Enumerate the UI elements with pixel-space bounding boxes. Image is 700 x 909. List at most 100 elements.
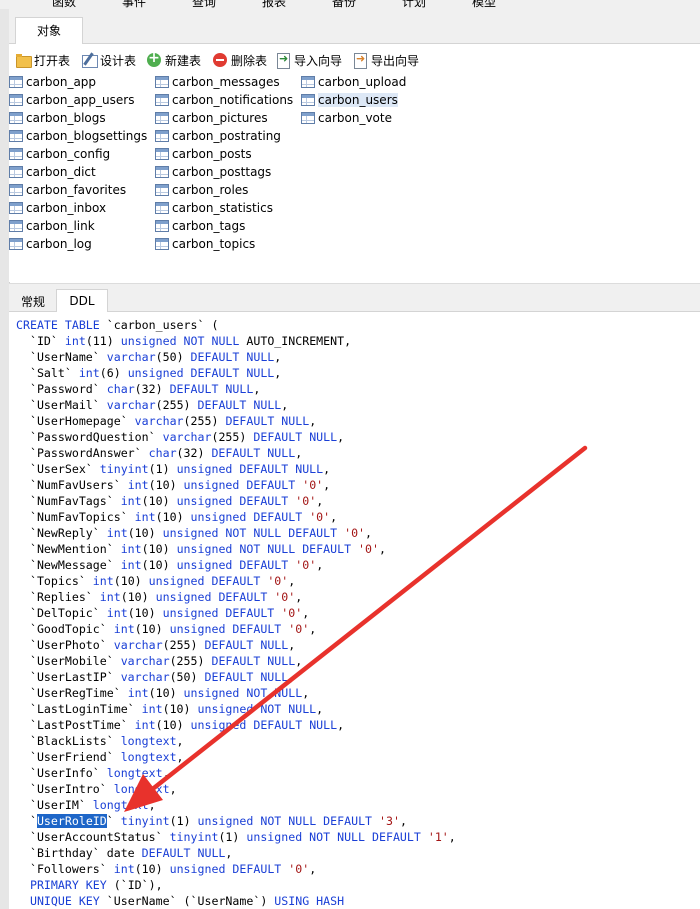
table-item[interactable]: carbon_dict (9, 163, 98, 181)
table-item[interactable]: carbon_posttags (155, 163, 273, 181)
menu-item[interactable]: 事件 (122, 0, 146, 9)
ddl-line: `UserInfo` longtext, (16, 765, 170, 781)
ddl-token: , (162, 766, 170, 780)
ddl-token: '0' (309, 510, 331, 524)
ddl-token: , (281, 398, 289, 412)
ddl-token: varchar (162, 430, 212, 444)
table-item[interactable]: carbon_config (9, 145, 112, 163)
delete-table-button[interactable]: 删除表 (212, 51, 267, 69)
table-icon (9, 238, 23, 250)
table-item[interactable]: carbon_statistics (155, 199, 275, 217)
table-item[interactable]: carbon_favorites (9, 181, 128, 199)
ddl-token: varchar (106, 350, 156, 364)
ddl-token: `Password` (16, 382, 107, 396)
menu-item[interactable]: 计划 (402, 0, 426, 9)
ddl-token: unsigned NOT NULL DEFAULT (162, 526, 345, 540)
ddl-token: `Birthday` date (16, 846, 142, 860)
menu-item[interactable]: 查询 (192, 0, 216, 9)
ddl-line: `Salt` int(6) unsigned DEFAULT NULL, (16, 365, 281, 381)
ddl-token: `UserName` (16, 350, 107, 364)
ddl-token: `PasswordAnswer` (16, 446, 149, 460)
ddl-token: PRIMARY KEY (29, 878, 107, 892)
ddl-token: `GoodTopic` (16, 622, 114, 636)
export-wizard-button[interactable]: 导出向导 (352, 51, 419, 69)
table-item[interactable]: carbon_link (9, 217, 97, 235)
new-table-button[interactable]: 新建表 (146, 50, 201, 69)
ddl-token: , (337, 430, 345, 444)
menu-item[interactable]: 函数 (52, 0, 76, 9)
ddl-token: unsigned DEFAULT (176, 494, 296, 508)
ddl-token: int (134, 510, 156, 524)
object-toolbar: 打开表 设计表 新建表 删除表 导入向导 导出向导 (9, 44, 700, 74)
ddl-token: (10) (141, 542, 177, 556)
ddl-line: `DelTopic` int(10) unsigned DEFAULT '0', (16, 605, 309, 621)
ddl-token: unsigned DEFAULT NULL (127, 366, 275, 380)
ddl-token: , (148, 798, 156, 812)
info-tab-bar: 常规 DDL (9, 289, 700, 312)
ddl-token: , (253, 382, 261, 396)
table-item[interactable]: carbon_topics (155, 235, 257, 253)
import-wizard-button[interactable]: 导入向导 (275, 51, 342, 69)
ddl-editor[interactable]: CREATE TABLE `carbon_users` ( `ID` int(1… (9, 312, 700, 909)
table-item[interactable]: carbon_blogsettings (9, 127, 149, 145)
ddl-token: '1' (427, 830, 449, 844)
ddl-line: `Password` char(32) DEFAULT NULL, (16, 381, 260, 397)
table-item[interactable]: carbon_users (301, 91, 400, 109)
ddl-token: , (309, 622, 317, 636)
ddl-line: `Followers` int(10) unsigned DEFAULT '0'… (16, 861, 316, 877)
menu-item[interactable]: 备份 (332, 0, 356, 9)
ddl-token (16, 878, 30, 892)
ddl-token: '0' (281, 606, 303, 620)
table-item[interactable]: carbon_app_users (9, 91, 136, 109)
table-item[interactable]: carbon_log (9, 235, 94, 253)
tab-objects[interactable]: 对象 (15, 17, 83, 44)
menu-item[interactable]: 报表 (262, 0, 286, 9)
table-item[interactable]: carbon_roles (155, 181, 250, 199)
table-item[interactable]: carbon_postrating (155, 127, 283, 145)
ddl-line: `PasswordAnswer` char(32) DEFAULT NULL, (16, 445, 302, 461)
ddl-line: `UserName` varchar(50) DEFAULT NULL, (16, 349, 281, 365)
table-name: carbon_tags (172, 219, 246, 233)
ddl-token: , (309, 862, 317, 876)
open-table-button[interactable]: 打开表 (15, 51, 70, 69)
ddl-token: `UserName` (`UserName`) (99, 894, 275, 908)
ddl-token: (50) (155, 350, 191, 364)
table-item[interactable]: carbon_posts (155, 145, 254, 163)
table-item[interactable]: carbon_pictures (155, 109, 270, 127)
ddl-token: longtext (120, 734, 177, 748)
ddl-line: `NewReply` int(10) unsigned NOT NULL DEF… (16, 525, 372, 541)
ddl-token: (10) (141, 494, 177, 508)
table-item[interactable]: carbon_tags (155, 217, 247, 235)
design-table-button[interactable]: 设计表 (81, 51, 136, 69)
tab-ddl[interactable]: DDL (56, 289, 108, 312)
table-item[interactable]: carbon_app (9, 73, 98, 91)
table-item[interactable]: carbon_messages (155, 73, 282, 91)
table-item[interactable]: carbon_vote (301, 109, 394, 127)
ddl-token: , (379, 542, 386, 556)
ddl-token: '0' (344, 526, 366, 540)
ddl-token: int (99, 590, 121, 604)
table-item[interactable]: carbon_upload (301, 73, 408, 91)
ddl-token: int (120, 542, 142, 556)
ddl-line: `UserSex` tinyint(1) unsigned DEFAULT NU… (16, 461, 330, 477)
ddl-token: unsigned NOT NULL (183, 686, 303, 700)
ddl-token: int (113, 862, 135, 876)
ddl-token: (10) (141, 558, 177, 572)
ddl-token: , (316, 558, 324, 572)
ddl-token: , (302, 686, 310, 700)
table-name: carbon_posttags (172, 165, 272, 179)
ddl-token: , (288, 574, 296, 588)
table-item[interactable]: carbon_notifications (155, 91, 295, 109)
menu-item[interactable]: 模型 (472, 0, 496, 9)
table-icon (155, 130, 169, 142)
ddl-token: (10) (155, 510, 191, 524)
table-item[interactable]: carbon_blogs (9, 109, 108, 127)
ddl-token: , (288, 670, 296, 684)
tab-general[interactable]: 常规 (12, 291, 54, 313)
table-item[interactable]: carbon_inbox (9, 199, 108, 217)
ddl-token: `NumFavTopics` (16, 510, 135, 524)
ddl-token: , (288, 638, 296, 652)
ddl-line: `NewMention` int(10) unsigned NOT NULL D… (16, 541, 386, 557)
ddl-token: (255) (211, 430, 254, 444)
ddl-token: `UserIntro` (16, 782, 114, 796)
